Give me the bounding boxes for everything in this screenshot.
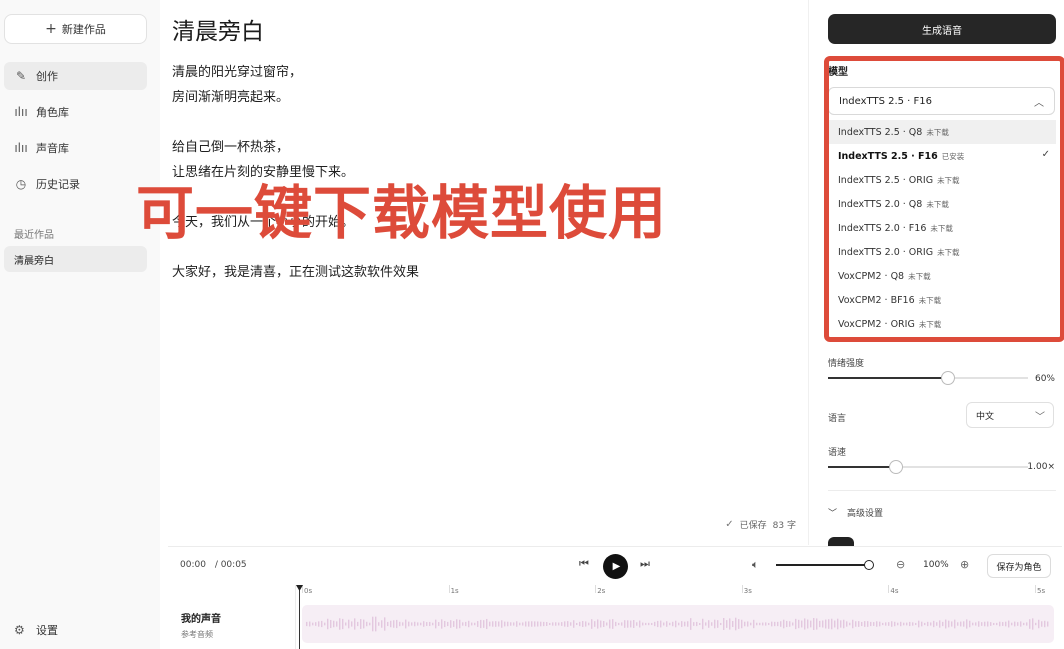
zoom-in-icon[interactable]: ⊕ [960,558,969,571]
track-subtitle: 参考音频 [181,630,213,639]
slider-knob[interactable] [941,371,955,385]
nav-item-history[interactable]: ◷ 历史记录 [4,170,147,198]
nav-item-voice-library[interactable]: ılıı 声音库 [4,134,147,162]
nav-label: 历史记录 [36,178,80,191]
chevron-down-icon: ﹀ [828,509,838,519]
waveform-icon: ılıı [14,141,28,155]
highlight-frame [824,56,1064,342]
ruler-tick-label: 0s [304,587,313,595]
advanced-settings-toggle[interactable]: ﹀ 高级设置 [828,506,883,519]
skip-forward-icon[interactable]: ⏭ [640,557,650,571]
timeline: 我的声音 参考音频 0s 1s 2s 3s 4s 5s [168,585,1062,649]
volume-icon[interactable]: 🔈︎ [752,558,759,572]
speed-label: 语速 [828,448,847,458]
skip-back-icon[interactable]: ⏮ [579,557,589,571]
save-status: ✓ 已保存 83 字 [725,518,796,531]
nav-item-create[interactable]: ✎ 创作 [4,62,147,90]
settings-label: 设置 [36,624,58,637]
sidebar: + 新建作品 ✎ 创作 ılıı 角色库 ılıı 声音库 ◷ 历史记录 最近作… [0,0,160,649]
language-select[interactable]: 中文 ﹀ [966,402,1054,428]
ruler-tick [448,585,450,593]
emotion-value: 60% [1034,374,1055,384]
text-line: 大家好，我是清喜，正在测试这款软件效果 [172,265,420,280]
track-header: 我的声音 参考音频 [168,585,296,649]
ruler-tick-label: 1s [450,587,459,595]
slider-knob[interactable] [864,560,874,570]
time-display: 00:00 / 00:05 [180,560,247,570]
save-status-text: 已保存 [739,521,767,531]
emotion-label: 情绪强度 [828,359,865,369]
nav-item-role-library[interactable]: ılıı 角色库 [4,98,147,126]
generate-button[interactable]: 生成语音 [828,14,1056,44]
emotion-slider[interactable] [828,371,1028,385]
volume-slider[interactable] [776,559,874,571]
playhead[interactable] [299,585,300,649]
zoom-out-icon[interactable]: ⊖ [896,558,905,571]
advanced-label: 高级设置 [847,509,884,519]
promo-overlay-text: 可一键下载模型使用 [136,179,668,247]
ruler-tick-label: 4s [890,587,899,595]
editor: 清晨旁白 清晨的阳光穿过窗帘， 房间渐渐明亮起来。 给自己倒一杯热茶， 让思绪在… [160,0,808,545]
clock-icon: ◷ [15,177,27,191]
recent-section-label: 最近作品 [14,230,54,241]
nav-label: 创作 [36,70,58,83]
save-as-role-button[interactable]: 保存为角色 [987,554,1051,578]
ruler-tick-label: 5s [1037,587,1046,595]
language-label: 语言 [828,414,847,424]
ruler-tick [1035,585,1036,593]
player-bar: 00:00 / 00:05 ⏮ ▶ ⏭ 🔈︎ ⊖ 100% ⊕ 保存为角色 [168,546,1062,584]
current-time: 00:00 [180,560,206,570]
waveform[interactable] [302,605,1054,643]
pencil-icon: ✎ [15,69,27,83]
sliders-icon: ⚙ [14,623,25,637]
nav-label: 声音库 [36,142,69,155]
text-line: 清晨的阳光穿过窗帘， [172,65,303,80]
page-title[interactable]: 清晨旁白 [172,12,264,46]
recent-item[interactable]: 清晨旁白 [4,246,147,272]
nav-label: 角色库 [36,106,69,119]
text-line: 房间渐渐明亮起来。 [172,90,290,105]
time-ruler: 0s 1s 2s 3s 4s 5s [296,585,1062,603]
language-value: 中文 [976,411,995,422]
play-icon: ▶ [612,561,621,572]
track-name: 我的声音 [181,614,221,625]
ruler-tick-label: 3s [743,587,752,595]
plus-icon: + [45,21,57,37]
zoom-level: 100% [923,560,949,570]
settings-button[interactable]: ⚙ 设置 [4,616,58,644]
ruler-tick [741,585,743,593]
ruler-tick-label: 2s [597,587,606,595]
play-button[interactable]: ▶ [603,554,628,579]
char-count: 83 字 [772,521,796,531]
slider-fill [828,466,896,468]
slider-fill [828,377,948,379]
check-icon: ✓ [725,519,734,530]
chevron-down-icon: ﹀ [1035,412,1045,423]
total-time: / 00:05 [214,560,247,570]
settings-panel: 生成语音 模型 IndexTTS 2.5 · F16 ︿ IndexTTS 2.… [808,0,1064,549]
ruler-tick [888,585,890,593]
waveform-icon: ılıı [14,105,28,119]
slider-knob[interactable] [889,460,903,474]
slider-track [776,564,868,566]
new-work-button[interactable]: + 新建作品 [4,14,147,44]
new-work-label: 新建作品 [61,23,106,36]
speed-slider[interactable] [828,460,1028,474]
divider [828,490,1056,491]
waveform-graphic [306,616,1049,632]
text-line: 给自己倒一杯热茶， [172,140,290,155]
ruler-tick [595,585,597,593]
speed-value: 1.00× [1027,462,1055,472]
